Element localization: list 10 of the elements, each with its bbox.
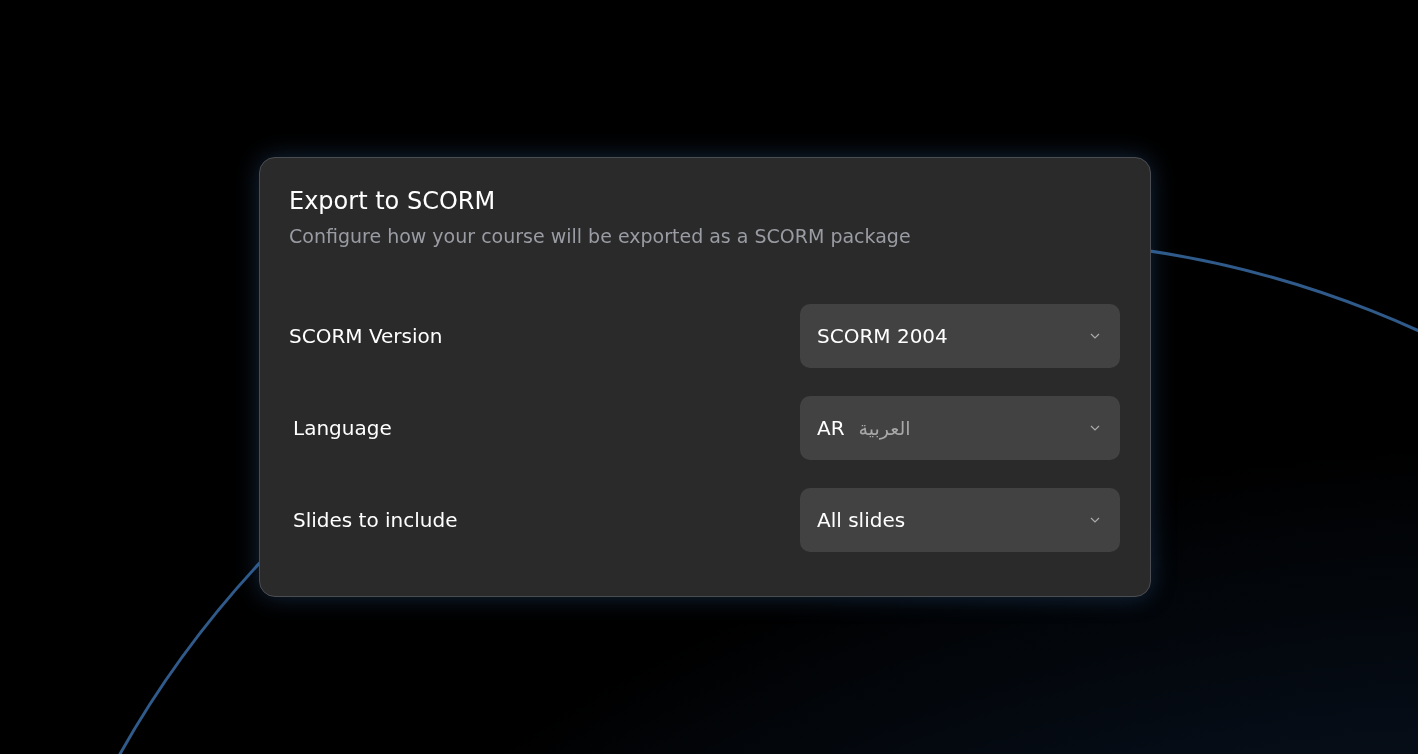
dropdown-select[interactable]: All slides <box>800 488 1120 552</box>
dialog-title: Export to SCORM <box>289 186 497 217</box>
dropdown-select[interactable]: SCORM 2004 <box>800 304 1120 368</box>
dialog-description: Configure how your course will be exported as a SCORM package <box>289 224 912 249</box>
field-label: SCORM Version <box>289 324 443 348</box>
chevron-down-icon <box>1090 333 1100 339</box>
chevron-down-icon <box>1090 425 1100 431</box>
chevron-down-icon <box>1090 517 1100 523</box>
field-label: Language <box>293 416 392 440</box>
field-label: Slides to include <box>293 508 458 532</box>
